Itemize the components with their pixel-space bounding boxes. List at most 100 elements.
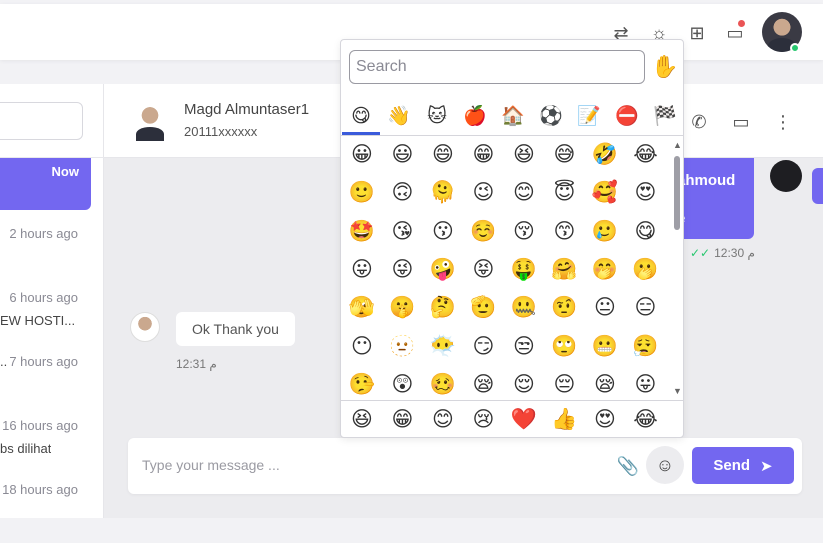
more-options-icon[interactable]: ⋮ (772, 111, 794, 133)
emoji-item[interactable]: 😙 (548, 215, 582, 249)
emoji-item[interactable]: 😉 (467, 176, 501, 210)
emoji-item[interactable]: 🥲 (588, 215, 622, 249)
emoji-item[interactable]: 😛 (629, 368, 663, 400)
emoji-item[interactable]: 🤗 (548, 253, 582, 287)
recent-emoji-item[interactable]: 😢 (467, 403, 501, 437)
chat-preview[interactable]: .. (0, 354, 7, 369)
emoji-item[interactable]: 😗 (426, 215, 460, 249)
emoji-category-tabs: 😋 👋 🐱 🍎 🏠 ⚽ 📝 ⛔ 🏁 (341, 98, 683, 136)
emoji-item[interactable]: 😔 (548, 368, 582, 400)
attach-icon[interactable]: 📎 (616, 454, 640, 478)
emoji-search-input[interactable] (349, 50, 645, 84)
category-food[interactable]: 🍎 (460, 102, 490, 132)
emoji-item[interactable]: 😜 (386, 253, 420, 287)
emoji-item[interactable]: 😍 (629, 176, 663, 210)
emoji-item[interactable]: 🤔 (426, 291, 460, 325)
emoji-item[interactable]: 😶‍🌫️ (426, 330, 460, 364)
emoji-item[interactable]: 😶 (345, 330, 379, 364)
recent-emoji-item[interactable]: 😂 (629, 403, 663, 437)
emoji-item[interactable]: 🙄 (548, 330, 582, 364)
emoji-item[interactable]: 😪 (467, 368, 501, 400)
recent-emoji-item[interactable]: 😁 (386, 403, 420, 437)
emoji-item[interactable]: 🤣 (588, 140, 622, 172)
emoji-item[interactable]: 🤨 (548, 291, 582, 325)
emoji-item[interactable]: 😪 (588, 368, 622, 400)
emoji-item[interactable]: ☺️ (467, 215, 501, 249)
emoji-item[interactable]: 😝 (467, 253, 501, 287)
phone-icon[interactable]: ✆ (688, 111, 710, 133)
emoji-item[interactable]: 😋 (629, 215, 663, 249)
emoji-item[interactable]: 🫢 (629, 253, 663, 287)
category-animals[interactable]: 🐱 (422, 102, 452, 132)
emoji-item[interactable]: 😌 (507, 368, 541, 400)
emoji-item[interactable]: 🤪 (426, 253, 460, 287)
emoji-item[interactable]: 😂 (629, 140, 663, 172)
recent-emoji-item[interactable]: 😆 (345, 403, 379, 437)
category-symbols[interactable]: ⛔ (612, 102, 642, 132)
emoji-item[interactable]: 😬 (588, 330, 622, 364)
emoji-item[interactable]: 🥴 (426, 368, 460, 400)
emoji-item[interactable]: 😁 (467, 140, 501, 172)
message-input[interactable] (142, 452, 602, 478)
chat-preview[interactable]: bs dilihat (0, 441, 51, 456)
category-objects[interactable]: 📝 (574, 102, 604, 132)
emoji-item[interactable]: 🙂 (345, 176, 379, 210)
emoji-item[interactable]: 🤑 (507, 253, 541, 287)
emoji-item[interactable]: 😀 (345, 140, 379, 172)
outgoing-message-time: ✓✓ 12:30 م (690, 246, 755, 260)
emoji-item[interactable]: 🫥 (386, 330, 420, 364)
emoji-item[interactable]: 🤩 (345, 215, 379, 249)
scroll-down-icon[interactable]: ▼ (673, 386, 682, 396)
outgoing-message (812, 168, 823, 204)
category-smileys[interactable]: 😋 (346, 102, 376, 132)
recent-emoji-item[interactable]: 😊 (426, 403, 460, 437)
emoji-item[interactable]: 😐 (588, 291, 622, 325)
emoji-button[interactable]: ☺ (646, 446, 684, 484)
emoji-item[interactable]: 😛 (345, 253, 379, 287)
emoji-grid: 😀 😃 😄 😁 😆 😅 🤣 😂 🙂 🙃 🫠 😉 😊 😇 🥰 😍 🤩 😘 😗 ☺️ 😚 😙 🥲 😋 😛 😜 🤪 😝 🤑 🤗 🤭 🫢 🫣 🤫 🤔 🫡 🤐 🤨 😐… (341, 140, 669, 400)
emoji-item[interactable]: 😑 (629, 291, 663, 325)
emoji-item[interactable]: 🫠 (426, 176, 460, 210)
add-widget-icon[interactable]: ⊞ (686, 22, 708, 44)
emoji-item[interactable]: 😚 (507, 215, 541, 249)
chat-list-item-active[interactable]: Now (0, 158, 91, 210)
category-activities[interactable]: ⚽ (536, 102, 566, 132)
emoji-item[interactable]: 🫡 (467, 291, 501, 325)
emoji-item[interactable]: 🤐 (507, 291, 541, 325)
emoji-item[interactable]: 😮‍💨 (629, 330, 663, 364)
emoji-item[interactable]: 😊 (507, 176, 541, 210)
emoji-item[interactable]: 🤫 (386, 291, 420, 325)
emoji-item[interactable]: 😃 (386, 140, 420, 172)
chat-time: 2 hours ago (9, 226, 78, 241)
emoji-item[interactable]: 😏 (467, 330, 501, 364)
recent-emoji-item[interactable]: ❤️ (507, 403, 541, 437)
category-people[interactable]: 👋 (384, 102, 414, 132)
emoji-item[interactable]: 😇 (548, 176, 582, 210)
scroll-up-icon[interactable]: ▲ (673, 140, 682, 150)
category-travel[interactable]: 🏠 (498, 102, 528, 132)
message-time: 12:30 م (714, 246, 755, 260)
send-button[interactable]: Send ➤ (692, 447, 794, 484)
emoji-item[interactable]: 🫣 (345, 291, 379, 325)
emoji-scrollbar[interactable]: ▲ ▼ (671, 140, 683, 396)
recent-emoji-item[interactable]: 👍 (548, 403, 582, 437)
emoji-item[interactable]: 🤥 (345, 368, 379, 400)
emoji-item[interactable]: 🙃 (386, 176, 420, 210)
emoji-item[interactable]: 😄 (426, 140, 460, 172)
video-call-icon[interactable]: ▭ (730, 111, 752, 133)
emoji-item[interactable]: 🥰 (588, 176, 622, 210)
scroll-thumb[interactable] (674, 156, 680, 230)
chat-list-panel: Now 2 hours ago 6 hours ago EW HOSTI... … (0, 84, 104, 518)
chat-preview[interactable]: EW HOSTI... (0, 313, 75, 328)
recent-emoji-item[interactable]: 😍 (588, 403, 622, 437)
emoji-item[interactable]: 😒 (507, 330, 541, 364)
emoji-item[interactable]: 😆 (507, 140, 541, 172)
emoji-item[interactable]: 😘 (386, 215, 420, 249)
category-flags[interactable]: 🏁 (650, 102, 680, 132)
contact-avatar[interactable] (132, 101, 168, 141)
emoji-item[interactable]: 🤭 (588, 253, 622, 287)
emoji-item[interactable]: 😅 (548, 140, 582, 172)
emoji-item[interactable]: 😲 (386, 368, 420, 400)
skin-tone-selector[interactable]: ✋ (651, 53, 678, 81)
chat-search-input[interactable] (0, 102, 83, 140)
